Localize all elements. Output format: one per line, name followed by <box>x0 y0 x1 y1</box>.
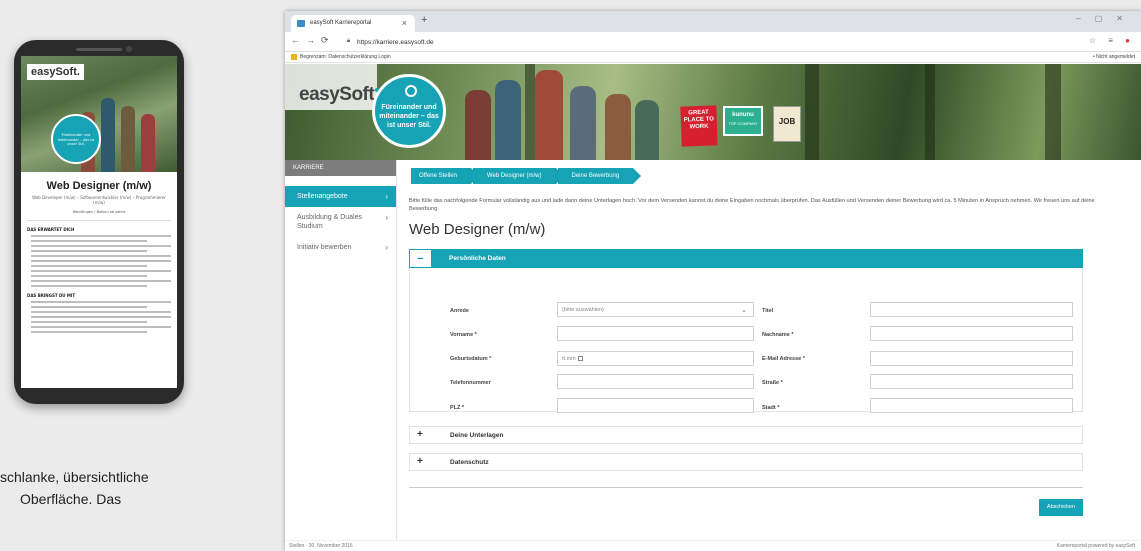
section-privacy[interactable]: + Datenschutz <box>409 453 1083 471</box>
phone-job-subtitle: Web Developer (m/w) – Softwareentwickler… <box>32 195 166 205</box>
sidebar-item-initiativ[interactable]: Initiativ bewerben › <box>285 237 396 258</box>
phone-badge: Füreinander und miteinander – das ist un… <box>51 114 101 164</box>
page-title: Web Designer (m/w) <box>409 221 546 238</box>
phone-section-heading: DAS ERWARTET DICH <box>27 227 75 232</box>
sidenav-header: KARRIERE <box>285 160 396 176</box>
footer-left: Stellen · 30. November 2016 <box>289 543 353 549</box>
strasse-field[interactable] <box>870 374 1073 389</box>
collapse-icon[interactable]: − <box>409 249 432 268</box>
browser-window: easySoft Karriereportal × + –▢✕ ←→⟳ 🔒︎ h… <box>285 11 1141 551</box>
stadt-label: Stadt * <box>762 405 780 411</box>
chevron-right-icon: › <box>385 213 388 222</box>
personal-data-form: Anrede (bitte auswählen) ⌄ Titel Vorname … <box>409 268 1083 413</box>
phone-camera <box>126 46 132 52</box>
expand-icon[interactable]: + <box>417 456 423 467</box>
breadcrumb: Offene Stellen Web Designer (m/w) Deine … <box>411 168 641 184</box>
chevron-right-icon: › <box>385 243 388 252</box>
bookmark-item[interactable]: Begrenzam: Datenschutzerklärung Login <box>291 54 391 60</box>
new-tab-icon[interactable]: + <box>421 14 427 26</box>
strasse-label: Straße * <box>762 380 783 386</box>
breadcrumb-item: Deine Bewerbung <box>557 168 641 184</box>
expand-icon[interactable]: + <box>417 429 423 440</box>
vorname-field[interactable] <box>557 326 754 341</box>
anrede-label: Anrede <box>450 308 469 314</box>
titel-label: Titel <box>762 308 774 314</box>
sidebar-item-ausbildung[interactable]: Ausbildung & Duales Studium › <box>285 207 396 237</box>
telefon-label: Telefonnummer <box>450 380 491 386</box>
tab-bar: easySoft Karriereportal × + –▢✕ <box>285 11 1141 32</box>
calendar-icon[interactable] <box>577 356 583 361</box>
plz-label: PLZ * <box>450 405 465 411</box>
email-field[interactable] <box>870 351 1073 366</box>
nachname-label: Nachname * <box>762 332 794 338</box>
heart-icon <box>405 85 417 97</box>
phone-job-title: Web Designer (m/w) <box>46 180 152 192</box>
section-label: Datenschutz <box>450 459 489 466</box>
telefon-field[interactable] <box>557 374 754 389</box>
nav-buttons[interactable]: ←→⟳ <box>291 35 335 46</box>
side-navigation: KARRIERE Stellenangebote › Ausbildung & D… <box>285 160 397 540</box>
great-place-to-work-badge: GREAT PLACE TO WORK <box>680 105 718 147</box>
toolbar-icons[interactable]: ☆ ≡ ● <box>1089 36 1135 45</box>
geburtsdatum-label: Geburtsdatum * <box>450 356 492 362</box>
browser-tab[interactable]: easySoft Karriereportal × <box>291 15 415 32</box>
close-tab-icon[interactable]: × <box>402 18 407 28</box>
lock-icon: 🔒︎ <box>347 38 351 44</box>
chevron-right-icon: › <box>385 192 388 201</box>
window-controls[interactable]: –▢✕ <box>1076 14 1137 23</box>
hero-banner: easySoft● Füreinander und miteinander – … <box>285 64 1141 160</box>
caption-text: schlanke, übersichtliche Oberfläche. Das <box>0 469 149 507</box>
divider <box>409 487 1083 488</box>
email-label: E-Mail Adresse * <box>762 356 805 362</box>
nachname-field[interactable] <box>870 326 1073 341</box>
stadt-field[interactable] <box>870 398 1073 413</box>
phone-mockup: easySoft. Füreinander und miteinander – … <box>14 40 184 404</box>
intro-text: Bitte fülle das nachfolgende Formular vo… <box>409 198 1095 212</box>
page-footer: Stellen · 30. November 2016 Karriereport… <box>285 540 1141 551</box>
phone-screen: easySoft. Füreinander und miteinander – … <box>21 56 177 388</box>
footer-right: Karriereportal powered by easySoft <box>1056 543 1135 549</box>
phone-hero-image: easySoft. Füreinander und miteinander – … <box>21 56 177 172</box>
bookmarks-bar: Begrenzam: Datenschutzerklärung Login • … <box>285 52 1141 63</box>
breadcrumb-item[interactable]: Offene Stellen <box>411 168 479 184</box>
section-documents[interactable]: + Deine Unterlagen <box>409 426 1083 444</box>
kununu-badge: kununu TOP COMPANY <box>723 106 763 136</box>
section-label: Persönliche Daten <box>449 255 506 262</box>
address-bar: ←→⟳ 🔒︎ https://karriere.easysoft.de ☆ ≡ … <box>285 32 1141 52</box>
url-field[interactable]: 🔒︎ https://karriere.easysoft.de <box>345 35 1045 49</box>
easysoft-logo[interactable]: easySoft● <box>299 84 380 106</box>
profile-status[interactable]: • Nicht angemeldet <box>1093 54 1135 60</box>
chevron-down-icon: ⌄ <box>741 307 747 314</box>
job-award-badge: JOB <box>773 106 801 142</box>
vorname-label: Vorname * <box>450 332 477 338</box>
breadcrumb-item[interactable]: Web Designer (m/w) <box>472 168 564 184</box>
phone-logo: easySoft. <box>27 64 84 80</box>
anrede-select[interactable]: (bitte auswählen) ⌄ <box>557 302 754 317</box>
favicon-icon <box>297 20 305 27</box>
plz-field[interactable] <box>557 398 754 413</box>
geburtsdatum-field[interactable]: tt.mm <box>557 351 754 366</box>
submit-button[interactable]: Abschicken <box>1039 499 1083 516</box>
slogan-badge: Füreinander und miteinander – das ist un… <box>372 74 446 148</box>
phone-section-heading: DAS BRINGST DU MIT <box>27 293 76 298</box>
section-personal-data[interactable]: − Persönliche Daten <box>409 249 1083 268</box>
phone-job-meta: Wendlingen / Bohlen ab sofort <box>72 210 126 214</box>
titel-field[interactable] <box>870 302 1073 317</box>
sidebar-item-stellenangebote[interactable]: Stellenangebote › <box>285 186 396 207</box>
section-label: Deine Unterlagen <box>450 432 504 439</box>
phone-speaker <box>76 48 122 51</box>
